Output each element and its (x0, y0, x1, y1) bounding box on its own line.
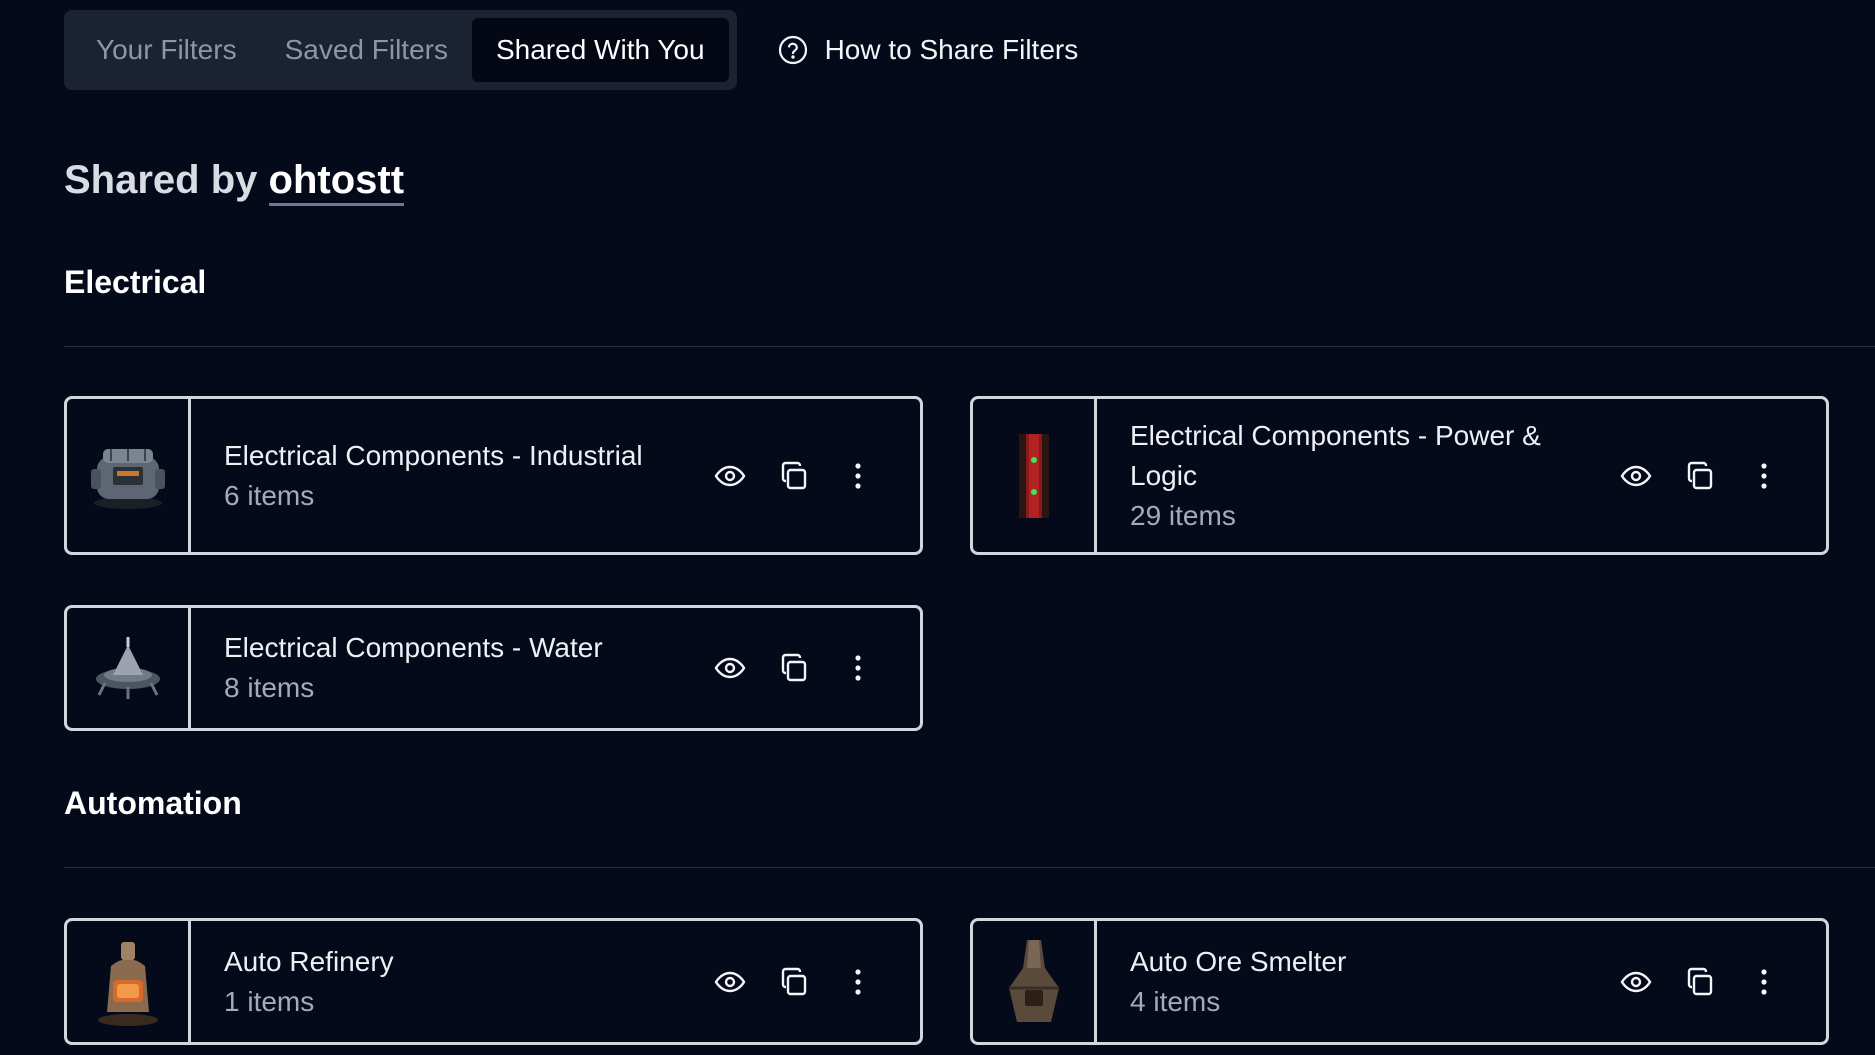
copy-icon (1687, 461, 1713, 489)
red-battery-icon (973, 399, 1097, 552)
card-text: Electrical Components - Power & Logic 29… (1130, 416, 1604, 536)
card-text: Electrical Components - Industrial 6 ite… (224, 436, 698, 516)
copy-icon (781, 653, 807, 682)
card-body: Electrical Components - Water 8 items (191, 608, 920, 728)
question-circle-icon (778, 35, 807, 65)
card-text: Auto Ore Smelter 4 items (1130, 942, 1604, 1022)
copy-icon (1687, 967, 1713, 995)
card-actions (698, 636, 890, 700)
section-title-automation: Automation (64, 785, 242, 821)
card-text: Auto Refinery 1 items (224, 942, 698, 1022)
view-button[interactable] (698, 636, 762, 700)
view-button[interactable] (1604, 444, 1668, 508)
copy-icon (781, 967, 807, 995)
card-actions (698, 444, 890, 508)
card-title: Auto Ore Smelter (1130, 945, 1347, 977)
section-divider (64, 346, 1875, 347)
filter-tabs: Your Filters Saved Filters Shared With Y… (64, 10, 737, 90)
filter-card[interactable]: Auto Ore Smelter 4 items (970, 918, 1829, 1045)
tab-shared-with-you[interactable]: Shared With You (471, 18, 729, 82)
copy-button[interactable] (762, 636, 826, 700)
more-vertical-icon (855, 968, 861, 995)
shared-by-prefix: Shared by (64, 158, 269, 202)
section-title-electrical: Electrical (64, 264, 207, 300)
more-vertical-icon (855, 655, 861, 681)
filter-card[interactable]: Electrical Components - Power & Logic 29… (970, 396, 1829, 555)
how-to-share-label: How to Share Filters (824, 34, 1079, 65)
card-actions (1604, 950, 1796, 1014)
card-item-count: 1 items (224, 985, 315, 1017)
filter-card[interactable]: Electrical Components - Industrial 6 ite… (64, 396, 923, 555)
card-body: Electrical Components - Power & Logic 29… (1097, 399, 1826, 552)
card-item-count: 29 items (1130, 499, 1236, 531)
how-to-share-link[interactable]: How to Share Filters (777, 34, 1079, 66)
card-actions (1604, 444, 1796, 508)
refinery-icon (67, 921, 191, 1042)
water-pump-icon (67, 608, 191, 728)
shared-by-heading: Shared by ohtostt (64, 158, 405, 206)
card-title: Electrical Components - Industrial (224, 439, 643, 471)
view-button[interactable] (1604, 950, 1668, 1014)
card-item-count: 4 items (1130, 985, 1221, 1017)
tab-your-filters[interactable]: Your Filters (72, 18, 261, 82)
eye-icon (1620, 971, 1652, 992)
card-title: Electrical Components - Water (224, 632, 603, 663)
card-item-count: 6 items (224, 479, 315, 511)
card-title: Auto Refinery (224, 945, 394, 977)
copy-button[interactable] (762, 444, 826, 508)
tab-saved-filters[interactable]: Saved Filters (261, 18, 472, 82)
copy-button[interactable] (1668, 444, 1732, 508)
eye-icon (1620, 465, 1652, 486)
card-item-count: 8 items (224, 672, 315, 703)
industrial-generator-icon (67, 399, 191, 552)
filter-card[interactable]: Auto Refinery 1 items (64, 918, 923, 1045)
view-button[interactable] (698, 444, 762, 508)
card-body: Auto Ore Smelter 4 items (1097, 921, 1826, 1042)
more-vertical-icon (855, 462, 861, 489)
card-title: Electrical Components - Power & Logic (1130, 419, 1541, 491)
card-body: Electrical Components - Industrial 6 ite… (191, 399, 920, 552)
card-actions (698, 950, 890, 1014)
copy-button[interactable] (762, 950, 826, 1014)
card-text: Electrical Components - Water 8 items (224, 628, 698, 708)
more-vertical-icon (1761, 462, 1767, 489)
smelter-icon (973, 921, 1097, 1042)
copy-icon (781, 461, 807, 489)
more-options-button[interactable] (826, 444, 890, 508)
filter-tabs-row: Your Filters Saved Filters Shared With Y… (64, 10, 1078, 90)
more-options-button[interactable] (1732, 950, 1796, 1014)
eye-icon (714, 657, 746, 679)
shared-by-user-link[interactable]: ohtostt (268, 158, 405, 206)
filter-card[interactable]: Electrical Components - Water 8 items (64, 605, 923, 731)
copy-button[interactable] (1668, 950, 1732, 1014)
section-divider (64, 867, 1875, 868)
eye-icon (714, 465, 746, 486)
more-options-button[interactable] (826, 636, 890, 700)
eye-icon (714, 971, 746, 992)
more-options-button[interactable] (826, 950, 890, 1014)
more-options-button[interactable] (1732, 444, 1796, 508)
more-vertical-icon (1761, 968, 1767, 995)
view-button[interactable] (698, 950, 762, 1014)
card-body: Auto Refinery 1 items (191, 921, 920, 1042)
